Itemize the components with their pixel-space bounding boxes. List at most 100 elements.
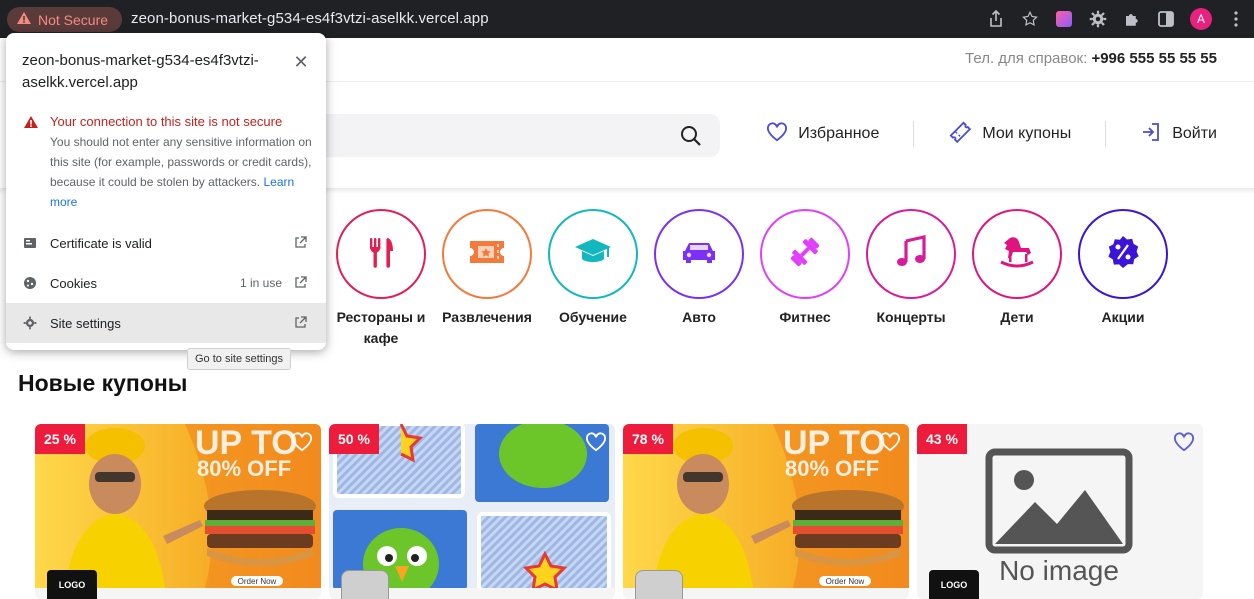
music-note-icon: [895, 234, 927, 274]
heart-icon[interactable]: [291, 432, 313, 454]
category-circle: [654, 209, 744, 299]
merchant-logo: LOGO: [47, 570, 97, 599]
svg-text:Order Now: Order Now: [238, 577, 277, 586]
dumbbell-icon: [787, 234, 823, 275]
heart-icon[interactable]: [585, 432, 607, 454]
favorites-label: Избранное: [798, 125, 880, 142]
category-label: Концерты: [876, 309, 946, 325]
extension-gradient-icon[interactable]: [1054, 9, 1074, 29]
fork-knife-icon: [363, 234, 399, 275]
side-panel-icon[interactable]: [1156, 9, 1176, 29]
category-label: Авто: [682, 309, 716, 325]
merchant-logo: LOGO: [929, 570, 979, 599]
heart-icon: [766, 121, 788, 147]
cookies-count: 1 in use: [239, 276, 282, 290]
coupon-card[interactable]: UP TO 80% OFF Order Now 78 %: [623, 424, 909, 599]
category-label: Дети: [1000, 309, 1034, 325]
popup-host: zeon-bonus-market-g534-es4f3vtzi-aselkk.…: [22, 52, 259, 91]
rocking-horse-icon: [998, 234, 1036, 275]
certificate-row[interactable]: Certificate is valid: [6, 223, 326, 263]
category-label: Развлечения: [442, 309, 532, 325]
merchant-photo: [635, 570, 683, 599]
share-icon[interactable]: [986, 9, 1006, 29]
category-label: Фитнес: [779, 309, 831, 325]
category-circle: [548, 209, 638, 299]
my-coupons-label: Мои купоны: [982, 125, 1072, 142]
discount-badge: 50 %: [329, 424, 379, 454]
svg-text:80% OFF: 80% OFF: [197, 456, 291, 481]
category-label: Рестораны и кафе: [336, 309, 426, 346]
discount-badge: 78 %: [623, 424, 673, 454]
category-circle: [760, 209, 850, 299]
external-link-icon: [294, 236, 308, 250]
favorites-link[interactable]: Избранное: [766, 121, 880, 147]
coupon-card[interactable]: UP TO 80% OFF Order Now 25 % LOGO: [35, 424, 321, 599]
profile-avatar[interactable]: A: [1190, 8, 1212, 30]
site-settings-tooltip: Go to site settings: [187, 348, 292, 370]
merchant-photo: [341, 570, 389, 599]
percent-badge-icon: [1105, 234, 1141, 275]
login-link[interactable]: Войти: [1140, 121, 1217, 148]
svg-text:Order Now: Order Now: [826, 577, 865, 586]
my-coupons-link[interactable]: Мои купоны: [948, 120, 1071, 149]
cookie-icon: [22, 275, 38, 291]
cookies-label: Cookies: [50, 275, 97, 291]
category-restaurants[interactable]: Рестораны и кафе: [336, 209, 426, 349]
certificate-label: Certificate is valid: [50, 235, 152, 251]
category-circle: [442, 209, 532, 299]
warning-title: Your connection to this site is not secu…: [50, 114, 283, 129]
category-auto[interactable]: Авто: [654, 209, 744, 328]
category-label: Обучение: [559, 309, 627, 325]
warning-icon: [16, 11, 32, 28]
browser-actions: A: [986, 8, 1246, 30]
category-entertainment[interactable]: Развлечения: [442, 209, 532, 328]
category-circle: [1078, 209, 1168, 299]
login-label: Войти: [1172, 125, 1217, 142]
bookmark-star-icon[interactable]: [1020, 9, 1040, 29]
category-fitness[interactable]: Фитнес: [760, 209, 850, 328]
header-actions: Избранное Мои купоны Войти: [766, 118, 1217, 150]
warning-text: You should not enter any sensitive infor…: [50, 132, 312, 212]
discount-badge: 43 %: [917, 424, 967, 454]
security-indicator[interactable]: Not Secure: [7, 7, 122, 32]
certificate-icon: [22, 235, 38, 251]
graduation-cap-icon: [574, 237, 612, 272]
coupon-card[interactable]: No image 43 % LOGO: [917, 424, 1203, 599]
site-settings-row[interactable]: Site settings: [6, 303, 326, 343]
close-icon[interactable]: ✕: [290, 51, 312, 73]
category-circle: [866, 209, 956, 299]
search-icon[interactable]: [680, 125, 702, 147]
external-link-icon: [294, 276, 308, 290]
category-circle: [336, 209, 426, 299]
external-link-icon: [294, 316, 308, 330]
warning-icon: [23, 115, 39, 134]
header-separator: [1105, 121, 1107, 147]
search-input[interactable]: [300, 114, 720, 157]
category-kids[interactable]: Дети: [972, 209, 1062, 328]
category-concerts[interactable]: Концерты: [866, 209, 956, 328]
site-info-popup: zeon-bonus-market-g534-es4f3vtzi-aselkk.…: [6, 33, 326, 350]
category-education[interactable]: Обучение: [548, 209, 638, 328]
puzzle-extensions-icon[interactable]: [1122, 9, 1142, 29]
heart-icon[interactable]: [1173, 432, 1195, 454]
category-circle: [972, 209, 1062, 299]
ticket-icon: [468, 238, 506, 271]
svg-text:80% OFF: 80% OFF: [785, 456, 879, 481]
heart-icon[interactable]: [879, 432, 901, 454]
contact-info: Тел. для справок: +996 555 55 55 55: [965, 50, 1217, 67]
gear-icon[interactable]: [1088, 9, 1108, 29]
coupon-card[interactable]: 50 %: [329, 424, 615, 599]
contact-phone[interactable]: +996 555 55 55 55: [1091, 50, 1217, 67]
more-vert-icon[interactable]: [1226, 9, 1246, 29]
cookies-row[interactable]: Cookies 1 in use: [6, 263, 326, 303]
car-icon: [680, 239, 718, 270]
section-title: Новые купоны: [18, 370, 188, 396]
login-arrow-icon: [1140, 121, 1162, 148]
discount-badge: 25 %: [35, 424, 85, 454]
contact-label: Тел. для справок:: [965, 50, 1088, 67]
address-bar[interactable]: zeon-bonus-market-g534-es4f3vtzi-aselkk.…: [131, 10, 489, 27]
category-promotions[interactable]: Акции: [1078, 209, 1168, 328]
coupon-tag-icon: [948, 120, 972, 149]
category-label: Акции: [1101, 309, 1145, 325]
header-separator: [913, 121, 915, 147]
